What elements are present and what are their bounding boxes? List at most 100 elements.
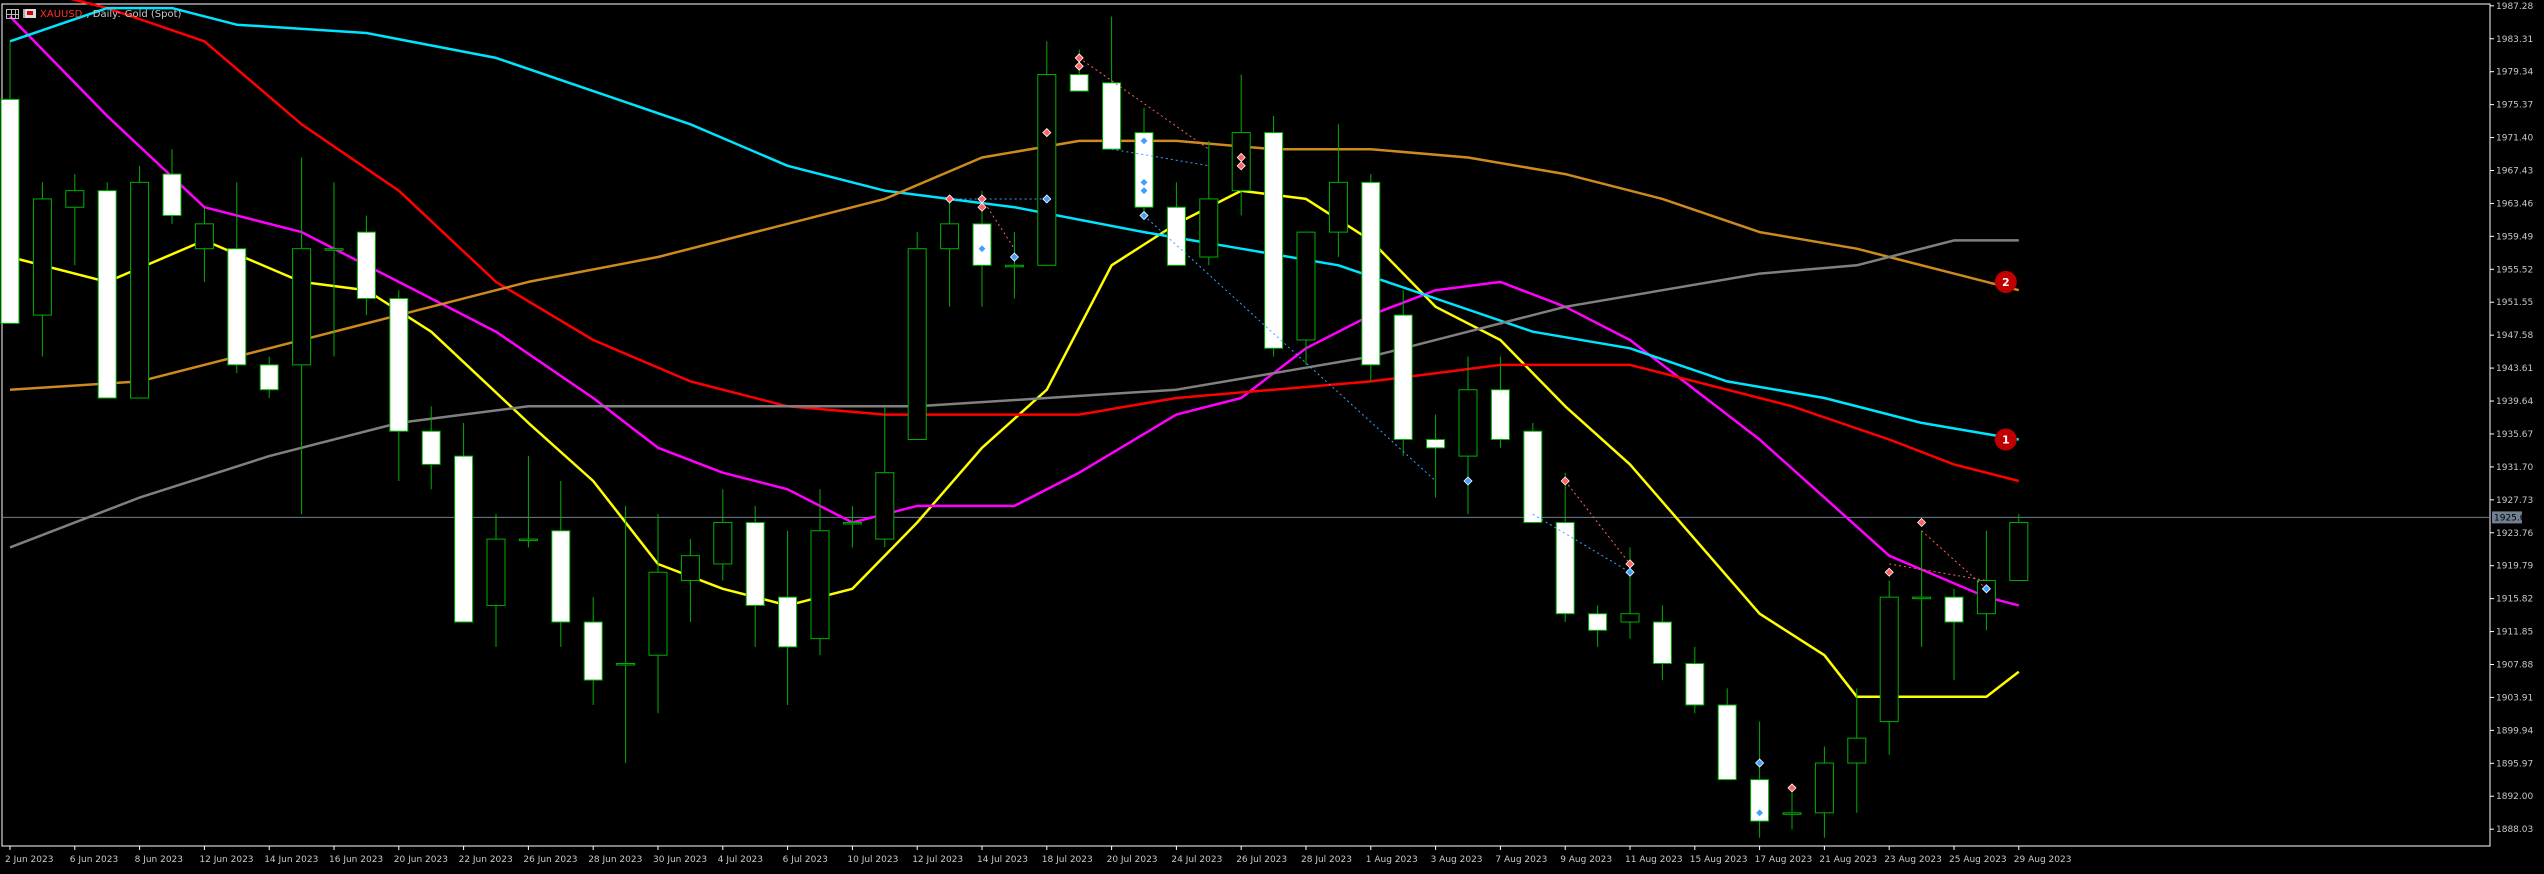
candle-bear — [356, 231, 376, 299]
x-tick-label: 18 Jul 2023 — [1042, 855, 1093, 865]
x-tick-label: 23 Aug 2023 — [1884, 855, 1942, 865]
trade-line — [1921, 530, 1987, 590]
candle-bull — [1782, 812, 1802, 815]
y-tick-label: 1947.58 — [2496, 331, 2533, 341]
y-tick-label: 1911.85 — [2496, 628, 2533, 638]
x-tick-label: 6 Jul 2023 — [783, 855, 828, 865]
candle-bear — [1717, 704, 1737, 781]
x-tick-label: 25 Aug 2023 — [1949, 855, 2007, 865]
trade-marker — [1009, 252, 1019, 262]
y-tick-label: 1939.64 — [2496, 397, 2533, 407]
candle-bear — [454, 455, 474, 623]
candle-bull — [292, 248, 312, 366]
trade-flag-icon[interactable] — [23, 9, 36, 19]
candle-bull — [648, 571, 668, 656]
chart-grid-icon[interactable] — [6, 9, 19, 19]
candle-bull — [1620, 613, 1640, 623]
candle-bear — [1426, 439, 1446, 449]
x-tick-label: 21 Aug 2023 — [1819, 855, 1877, 865]
y-tick-label: 1927.73 — [2496, 496, 2533, 506]
candle-bear — [1944, 596, 1964, 623]
x-tick-label: 15 Aug 2023 — [1690, 855, 1748, 865]
x-tick-label: 26 Jul 2023 — [1236, 855, 1287, 865]
candle-bull — [810, 530, 830, 640]
trade-marker — [1139, 210, 1149, 221]
trade-marker — [1463, 476, 1473, 486]
candle-bear — [1166, 206, 1186, 266]
x-tick-label: 12 Jun 2023 — [199, 855, 253, 865]
x-tick-label: 4 Jul 2023 — [718, 855, 763, 865]
candle-bear — [583, 621, 603, 681]
x-tick-label: 24 Jul 2023 — [1171, 855, 1222, 865]
candle-bear — [1685, 662, 1705, 706]
x-tick-label: 20 Jul 2023 — [1107, 855, 1158, 865]
trade-marker — [945, 194, 955, 204]
candle-bear — [1490, 389, 1510, 441]
candle-bear — [389, 297, 409, 432]
plot-frame — [1, 3, 2491, 847]
candle-bull — [486, 538, 506, 606]
x-tick-label: 29 Aug 2023 — [2014, 855, 2072, 865]
x-tick-label: 2 Jun 2023 — [5, 855, 53, 865]
y-tick-label: 1959.49 — [2496, 232, 2533, 242]
candle-bear — [1264, 132, 1284, 349]
candle-bull — [713, 521, 733, 565]
y-tick-label: 1955.52 — [2496, 265, 2533, 275]
candle-bull — [875, 472, 895, 540]
y-tick-label: 1923.76 — [2496, 529, 2533, 539]
candle-bear — [1588, 613, 1608, 631]
candle-bull — [130, 181, 150, 399]
trade-marker — [1074, 53, 1084, 63]
x-tick-label: 12 Jul 2023 — [912, 855, 963, 865]
candle-bull — [907, 248, 927, 441]
trade-line — [1143, 215, 1436, 482]
x-tick-label: 14 Jun 2023 — [264, 855, 318, 865]
trade-marker — [1560, 476, 1570, 486]
x-tick-label: 22 Jun 2023 — [459, 855, 513, 865]
x-tick-label: 17 Aug 2023 — [1755, 855, 1813, 865]
y-tick-label: 1888.03 — [2496, 825, 2533, 835]
alert-label-number: 2 — [2002, 276, 2010, 289]
chart-title-bar: XAUUSD , Daily: Gold (Spot) — [6, 7, 181, 21]
candle-bull — [1199, 198, 1219, 258]
y-tick-label: 1975.37 — [2496, 101, 2533, 111]
x-tick-label: 16 Jun 2023 — [329, 855, 383, 865]
x-tick-label: 7 Aug 2023 — [1495, 855, 1547, 865]
candle-bear — [551, 530, 571, 623]
y-tick-label: 1892.00 — [2496, 792, 2533, 802]
candlestick-chart[interactable]: 1 2 1987.28 1983.31 1979.34 1975.37 1971.40 196… — [0, 0, 2544, 874]
trade-line — [1564, 480, 1631, 565]
trade-marker — [1917, 517, 1927, 528]
candle-bull — [1912, 596, 1932, 600]
candle-bull — [518, 538, 538, 542]
candle-bear — [97, 190, 117, 399]
y-tick-label: 1919.79 — [2496, 562, 2533, 572]
candle-bull — [1328, 181, 1348, 233]
candle-bull — [940, 223, 960, 250]
x-tick-label: 28 Jun 2023 — [588, 855, 642, 865]
candle-bull — [616, 662, 636, 666]
candle-bear — [778, 596, 798, 648]
trade-marker — [1787, 783, 1797, 793]
y-tick-label: 1943.61 — [2496, 364, 2533, 374]
chart-window[interactable]: 1 2 1987.28 1983.31 1979.34 1975.37 1971.40 196… — [0, 0, 2544, 874]
candle-bull — [65, 190, 85, 208]
y-tick-label: 1951.55 — [2496, 298, 2533, 308]
candle-bear — [1523, 430, 1543, 523]
candle-bull — [1296, 231, 1316, 341]
x-tick-label: 28 Jul 2023 — [1301, 855, 1352, 865]
trade-marker — [1884, 567, 1894, 577]
x-tick-label: 26 Jun 2023 — [523, 855, 577, 865]
candle-bull — [1879, 596, 1899, 723]
y-tick-label: 1907.88 — [2496, 660, 2533, 670]
candle-bull — [1037, 74, 1057, 266]
candle-bear — [0, 98, 20, 324]
candle-bull — [32, 198, 52, 316]
y-tick-label: 1979.34 — [2496, 68, 2533, 78]
trade-marker — [1625, 567, 1635, 577]
y-tick-label: 1895.97 — [2496, 759, 2533, 769]
y-tick-label: 1899.94 — [2496, 726, 2533, 736]
candle-bull — [1004, 264, 1024, 268]
x-tick-label: 14 Jul 2023 — [977, 855, 1028, 865]
description-label: Gold (Spot) — [124, 8, 182, 20]
